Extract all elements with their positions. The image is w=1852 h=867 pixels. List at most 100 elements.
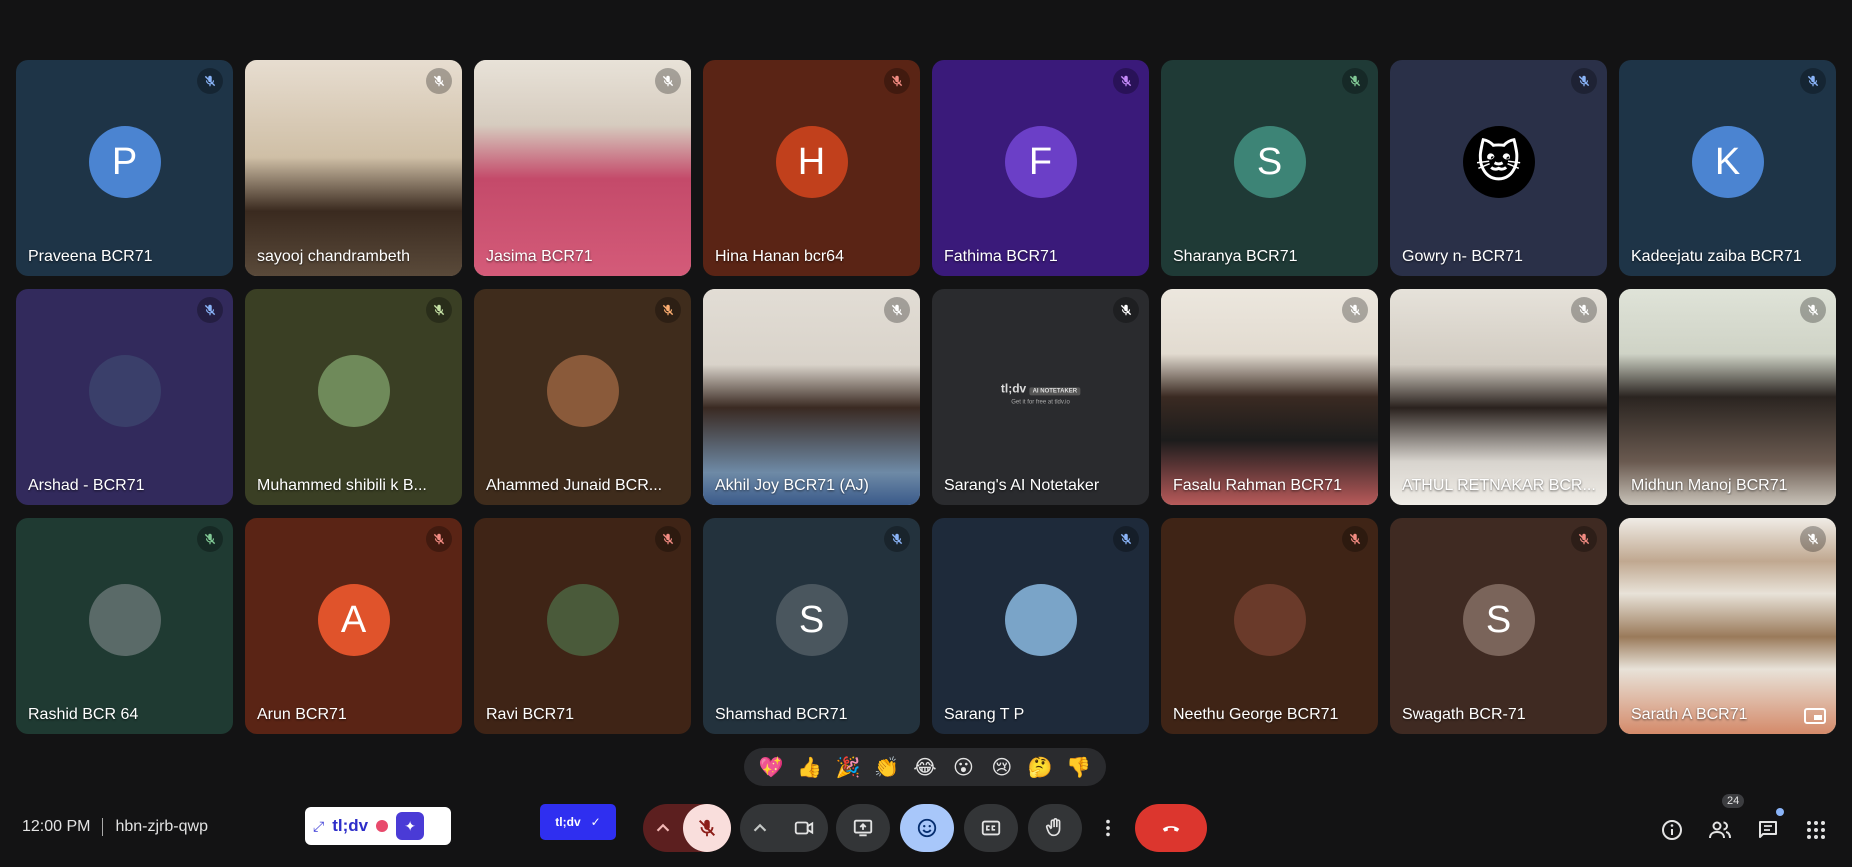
- participant-avatar: S: [1462, 584, 1535, 656]
- camera-control: [740, 804, 828, 852]
- mic-off-icon: [197, 297, 223, 323]
- mic-off-icon: [1113, 297, 1139, 323]
- video-options-button[interactable]: [740, 804, 780, 852]
- tldv-logo: tl;dv: [332, 816, 369, 835]
- participant-tile[interactable]: F Fathima BCR71: [932, 60, 1149, 276]
- participant-tile[interactable]: S Shamshad BCR71: [703, 518, 920, 734]
- captions-button[interactable]: [964, 804, 1018, 852]
- participant-name: Gowry n- BCR71: [1402, 248, 1523, 265]
- reaction-emoji[interactable]: 👍: [792, 755, 828, 780]
- notetaker-sub: Get it for free at tldv.io: [1011, 399, 1070, 406]
- participant-tile[interactable]: S Swagath BCR-71: [1390, 518, 1607, 734]
- unread-dot: [1776, 808, 1784, 816]
- meeting-details-button[interactable]: [1656, 814, 1688, 846]
- reaction-emoji[interactable]: 👎: [1061, 755, 1097, 780]
- participant-tile[interactable]: Midhun Manoj BCR71: [1619, 289, 1836, 505]
- participant-avatar: S: [1233, 126, 1306, 198]
- tldv-extension-bar[interactable]: ⤢ tl;dv ✦: [305, 807, 451, 845]
- send-reaction-button[interactable]: [900, 804, 954, 852]
- apps-grid-icon: [1807, 821, 1825, 839]
- participant-tile[interactable]: H Hina Hanan bcr64: [703, 60, 920, 276]
- notetaker-card: tl;dv AI NOTETAKER Get it for free at tld…: [1001, 381, 1081, 406]
- reaction-emoji[interactable]: 🤔: [1022, 755, 1058, 780]
- mic-off-icon: [884, 297, 910, 323]
- reaction-emoji[interactable]: 💖: [753, 755, 789, 780]
- reaction-emoji[interactable]: 😮: [945, 755, 981, 780]
- participant-avatar: S: [775, 584, 848, 656]
- meeting-code[interactable]: hbn-zjrb-qwp: [115, 818, 207, 836]
- mic-off-icon: [655, 526, 681, 552]
- reactions-bar: 💖 👍 🎉 👏 😂 😮 😢 🤔 👎: [744, 748, 1106, 786]
- bottom-bar: 12:00 PM hbn-zjrb-qwp ⤢ tl;dv ✦ tl;dv ✓: [0, 794, 1852, 867]
- participant-video: [703, 289, 920, 505]
- reaction-emoji[interactable]: 👏: [869, 755, 905, 780]
- participant-tile[interactable]: Fasalu Rahman BCR71: [1161, 289, 1378, 505]
- camera-toggle-button[interactable]: [780, 804, 828, 852]
- present-screen-button[interactable]: [836, 804, 890, 852]
- reaction-emoji[interactable]: 😢: [984, 755, 1020, 780]
- mic-toggle-button[interactable]: [683, 804, 731, 852]
- info-icon: [1662, 820, 1682, 840]
- participant-name: Fathima BCR71: [944, 248, 1058, 265]
- activities-button[interactable]: [1800, 814, 1832, 846]
- mic-off-icon: [426, 68, 452, 94]
- participant-name: sayooj chandrambeth: [257, 248, 410, 265]
- expand-icon[interactable]: ⤢: [313, 818, 324, 835]
- participant-name: Neethu George BCR71: [1173, 706, 1339, 723]
- recording-indicator: [376, 820, 389, 832]
- participant-tile[interactable]: Arshad - BCR71: [16, 289, 233, 505]
- participant-tile[interactable]: Neethu George BCR71: [1161, 518, 1378, 734]
- meeting-info: 12:00 PM hbn-zjrb-qwp: [22, 818, 208, 836]
- people-button[interactable]: [1704, 814, 1736, 846]
- more-options-button[interactable]: [1092, 804, 1124, 852]
- participant-tile[interactable]: K Kadeejatu zaiba BCR71: [1619, 60, 1836, 276]
- participant-avatar: [88, 355, 161, 427]
- participant-tile[interactable]: Muhammed shibili k B...: [245, 289, 462, 505]
- captions-icon: [981, 820, 1001, 836]
- participant-name: Sharanya BCR71: [1173, 248, 1298, 265]
- tldv-recording-badge[interactable]: tl;dv ✓: [540, 804, 616, 840]
- mic-off-icon: [1571, 526, 1597, 552]
- mic-off-icon: [1800, 297, 1826, 323]
- tldv-badge-label: tl;dv: [555, 815, 581, 829]
- mic-off-icon: [1113, 526, 1139, 552]
- participant-tile[interactable]: S Sharanya BCR71: [1161, 60, 1378, 276]
- participant-tile[interactable]: sayooj chandrambeth: [245, 60, 462, 276]
- divider: [102, 818, 104, 836]
- video-camera-icon: [794, 821, 814, 835]
- participant-tile[interactable]: Ravi BCR71: [474, 518, 691, 734]
- raise-hand-button[interactable]: [1028, 804, 1082, 852]
- leave-call-button[interactable]: [1135, 804, 1207, 852]
- mic-off-icon: [698, 819, 716, 837]
- magic-wand-icon[interactable]: ✦: [396, 812, 425, 840]
- participant-tile[interactable]: ATHUL RETNAKAR BCR...: [1390, 289, 1607, 505]
- chevron-up-icon: [753, 823, 767, 832]
- participant-name: Hina Hanan bcr64: [715, 248, 844, 265]
- participant-tile[interactable]: Sarath A BCR71: [1619, 518, 1836, 734]
- participant-tile[interactable]: Sarang T P: [932, 518, 1149, 734]
- participant-video: [1390, 289, 1607, 505]
- picture-in-picture-icon[interactable]: [1804, 708, 1826, 724]
- chevron-up-icon: [656, 823, 670, 832]
- chat-button[interactable]: [1752, 814, 1784, 846]
- participant-tile[interactable]: Akhil Joy BCR71 (AJ): [703, 289, 920, 505]
- participant-grid: P Praveena BCR71 sayooj chandrambeth Jasima…: [16, 60, 1836, 736]
- participant-video: [1619, 289, 1836, 505]
- participant-video: [1161, 289, 1378, 505]
- mic-off-icon: [426, 297, 452, 323]
- reaction-emoji[interactable]: 🎉: [830, 755, 866, 780]
- participant-tile[interactable]: A Arun BCR71: [245, 518, 462, 734]
- participant-tile[interactable]: tl;dv AI NOTETAKER Get it for free at tld…: [932, 289, 1149, 505]
- participant-avatar: [317, 355, 390, 427]
- participant-tile[interactable]: P Praveena BCR71: [16, 60, 233, 276]
- mic-off-icon: [1571, 297, 1597, 323]
- mic-off-icon: [197, 68, 223, 94]
- participant-name: Sarang's AI Notetaker: [944, 477, 1100, 494]
- participant-name: Swagath BCR-71: [1402, 706, 1526, 723]
- participant-tile[interactable]: Rashid BCR 64: [16, 518, 233, 734]
- reaction-emoji[interactable]: 😂: [907, 755, 943, 780]
- participant-tile[interactable]: Jasima BCR71: [474, 60, 691, 276]
- participant-tile[interactable]: 🐱 Gowry n- BCR71: [1390, 60, 1607, 276]
- audio-options-button[interactable]: [643, 804, 683, 852]
- participant-tile[interactable]: Ahammed Junaid BCR...: [474, 289, 691, 505]
